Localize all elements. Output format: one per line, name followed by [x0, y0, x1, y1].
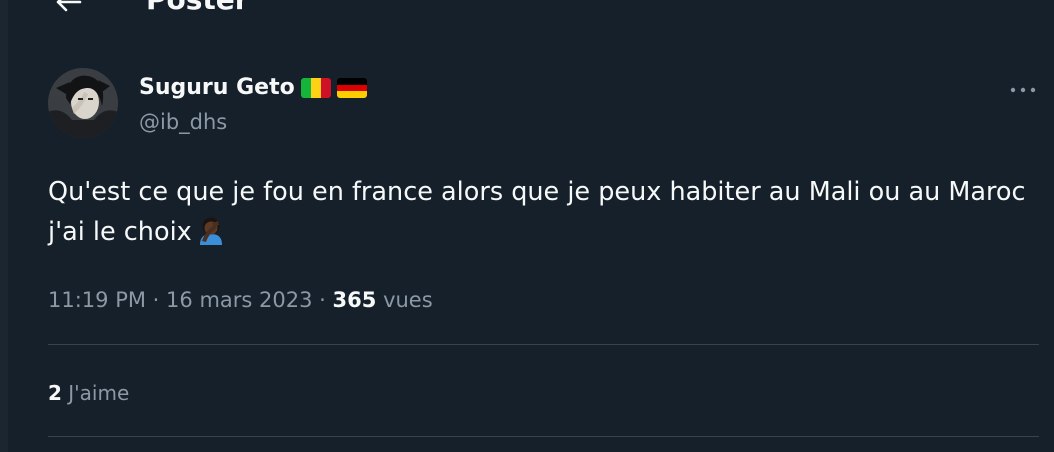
views-label: vues [383, 288, 433, 312]
author-name-row: Suguru Geto [139, 72, 367, 104]
author-handle[interactable]: @ib_dhs [139, 108, 227, 136]
tweet-detail-view: Poster Suguru Geto [0, 0, 1054, 452]
germany-flag-icon [336, 78, 367, 98]
separator: · [319, 288, 326, 312]
arrow-left-icon[interactable] [54, 0, 82, 16]
avatar[interactable] [48, 68, 118, 138]
facepalm-icon [196, 215, 226, 245]
header-bar: Poster [16, 0, 1054, 22]
tweet-body: Qu'est ce que je fou en france alors que… [48, 177, 1026, 247]
likes-count: 2 [48, 381, 62, 405]
divider [48, 436, 1039, 437]
more-button[interactable] [1006, 76, 1040, 98]
separator: · [152, 288, 160, 312]
more-dots-icon [1010, 78, 1036, 97]
tweet-time[interactable]: 11:19 PM [48, 288, 146, 312]
page-title: Poster [146, 0, 249, 16]
views-count: 365 [332, 288, 377, 312]
divider [48, 344, 1039, 345]
tweet-text: Qu'est ce que je fou en france alors que… [48, 172, 1028, 252]
tweet-date[interactable]: 16 mars 2023 [166, 288, 312, 312]
likes-stat[interactable]: 2 J'aime [48, 377, 129, 409]
mali-flag-icon [300, 78, 331, 98]
likes-label: J'aime [68, 381, 130, 405]
author-name[interactable]: Suguru Geto [139, 74, 295, 102]
tweet-meta: 11:19 PM · 16 mars 2023 · 365 vues [48, 284, 433, 316]
